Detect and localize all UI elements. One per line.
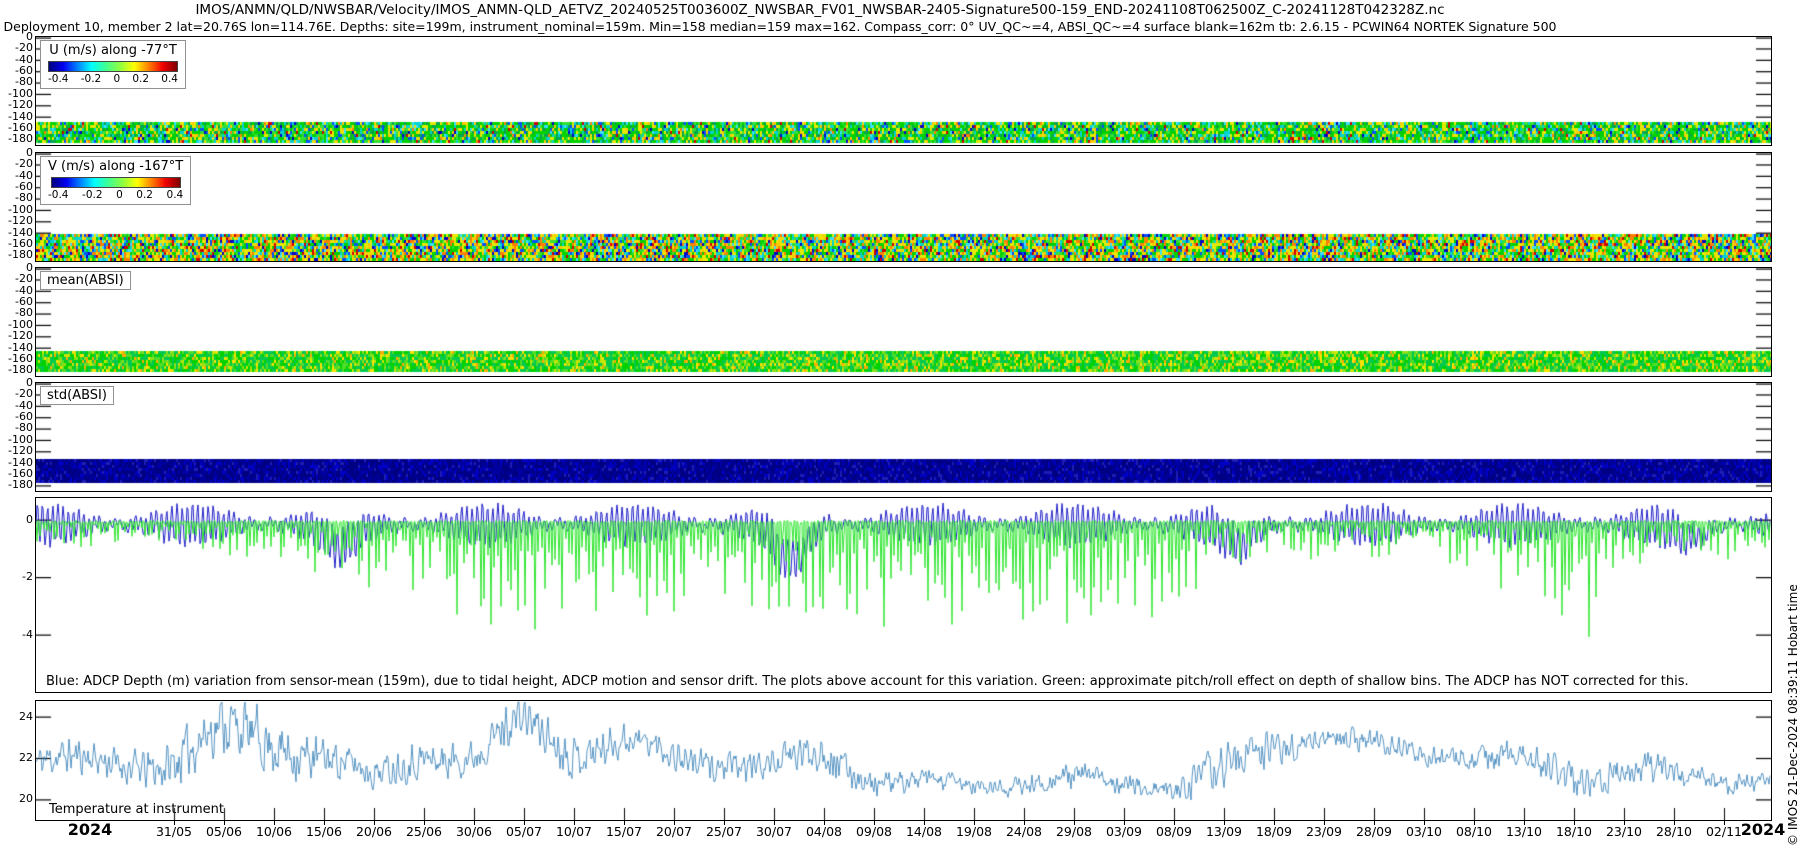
y-tick-label: -180: [0, 479, 33, 491]
colorbar-tick-label: -0.2: [81, 73, 102, 85]
date-tick-mark: [1474, 820, 1475, 825]
std-absi-label: std(ABSI): [40, 386, 114, 405]
date-tick-mark: [674, 820, 675, 825]
figure-title: IMOS/ANMN/QLD/NWSBAR/Velocity/IMOS_ANMN-…: [0, 2, 1640, 18]
date-tick-mark: [174, 820, 175, 825]
y-tick-label: -4: [0, 629, 33, 641]
date-tick-mark: [1024, 820, 1025, 825]
v-colorbar-legend: V (m/s) along -167°T -0.4 -0.2 0 0.2 0.4: [40, 156, 191, 205]
imos-copyright-watermark: © IMOS 21-Dec-2024 08:39:11 Hobart time: [1786, 584, 1800, 846]
date-tick-mark: [1324, 820, 1325, 825]
colorbar-tick-label: 0.2: [132, 73, 149, 85]
date-tick-mark: [524, 820, 525, 825]
depth-variation-line-canvas: [36, 498, 1771, 692]
colorbar-tick-label: -0.4: [48, 189, 69, 201]
figure-subtitle: Deployment 10, member 2 lat=20.76S lon=1…: [0, 19, 1560, 34]
date-tick-mark: [624, 820, 625, 825]
v-velocity-heatmap-canvas: [36, 153, 1771, 261]
u-legend-title: U (m/s) along -77°T: [48, 43, 178, 58]
u-colorbar-tick-labels: -0.4 -0.2 0 0.2 0.4: [48, 73, 178, 85]
u-colorbar-legend: U (m/s) along -77°T -0.4 -0.2 0 0.2 0.4: [40, 40, 186, 89]
date-tick-mark: [1074, 820, 1075, 825]
colorbar-tick-label: 0: [113, 73, 120, 85]
v-colorbar-tick-labels: -0.4 -0.2 0 0.2 0.4: [48, 189, 183, 201]
u-velocity-heatmap-canvas: [36, 37, 1771, 145]
y-tick-label: -2: [0, 571, 33, 583]
colorbar-tick-label: -0.2: [82, 189, 103, 201]
panel-v-velocity: V (m/s) along -167°T -0.4 -0.2 0 0.2 0.4: [35, 152, 1772, 262]
year-label-left: 2024: [68, 820, 113, 839]
date-tick-mark: [1424, 820, 1425, 825]
date-tick-mark: [274, 820, 275, 825]
panel-std-absi: std(ABSI): [35, 382, 1772, 492]
y-tick-label: 20: [0, 793, 33, 805]
jet-colorbar: [48, 61, 178, 72]
colorbar-tick-label: 0.4: [167, 189, 184, 201]
temperature-label: Temperature at instrument: [49, 802, 224, 817]
date-tick-mark: [224, 820, 225, 825]
v-legend-title: V (m/s) along -167°T: [48, 159, 183, 174]
std-absi-heatmap-canvas: [36, 383, 1771, 491]
colorbar-tick-label: -0.4: [48, 73, 69, 85]
date-tick-mark: [1624, 820, 1625, 825]
date-tick-mark: [1374, 820, 1375, 825]
date-tick-mark: [874, 820, 875, 825]
colorbar-tick-label: 0.4: [161, 73, 178, 85]
date-tick-mark: [1574, 820, 1575, 825]
temperature-line-canvas: [36, 701, 1771, 820]
mean-absi-heatmap-canvas: [36, 268, 1771, 376]
date-tick-mark: [324, 820, 325, 825]
date-tick-mark: [724, 820, 725, 825]
panel-depth-variation: Blue: ADCP Depth (m) variation from sens…: [35, 497, 1772, 693]
date-tick-mark: [1524, 820, 1525, 825]
date-tick-mark: [924, 820, 925, 825]
date-tick-mark: [974, 820, 975, 825]
depth-variation-annotation: Blue: ADCP Depth (m) variation from sens…: [46, 674, 1689, 689]
date-tick-mark: [824, 820, 825, 825]
y-tick-label: 24: [0, 711, 33, 723]
panel-u-velocity: U (m/s) along -77°T -0.4 -0.2 0 0.2 0.4: [35, 36, 1772, 146]
y-tick-label: -180: [0, 249, 33, 261]
date-tick-mark: [1124, 820, 1125, 825]
date-tick-label: 02/11: [1692, 824, 1756, 839]
date-tick-mark: [774, 820, 775, 825]
date-tick-mark: [474, 820, 475, 825]
panel-temperature: Temperature at instrument: [35, 700, 1772, 821]
y-tick-label: -180: [0, 364, 33, 376]
panel-mean-absi: mean(ABSI): [35, 267, 1772, 377]
y-tick-label: 0: [0, 514, 33, 526]
y-tick-label: 22: [0, 752, 33, 764]
date-tick-mark: [1674, 820, 1675, 825]
date-tick-mark: [1224, 820, 1225, 825]
mean-absi-label: mean(ABSI): [40, 271, 131, 290]
date-tick-mark: [574, 820, 575, 825]
date-tick-mark: [1724, 820, 1725, 825]
colorbar-tick-label: 0: [116, 189, 123, 201]
date-tick-mark: [1274, 820, 1275, 825]
y-tick-label: -180: [0, 133, 33, 145]
figure-root: IMOS/ANMN/QLD/NWSBAR/Velocity/IMOS_ANMN-…: [0, 0, 1800, 850]
date-tick-mark: [374, 820, 375, 825]
date-tick-mark: [1174, 820, 1175, 825]
jet-colorbar: [51, 177, 181, 188]
colorbar-tick-label: 0.2: [136, 189, 153, 201]
date-tick-mark: [424, 820, 425, 825]
